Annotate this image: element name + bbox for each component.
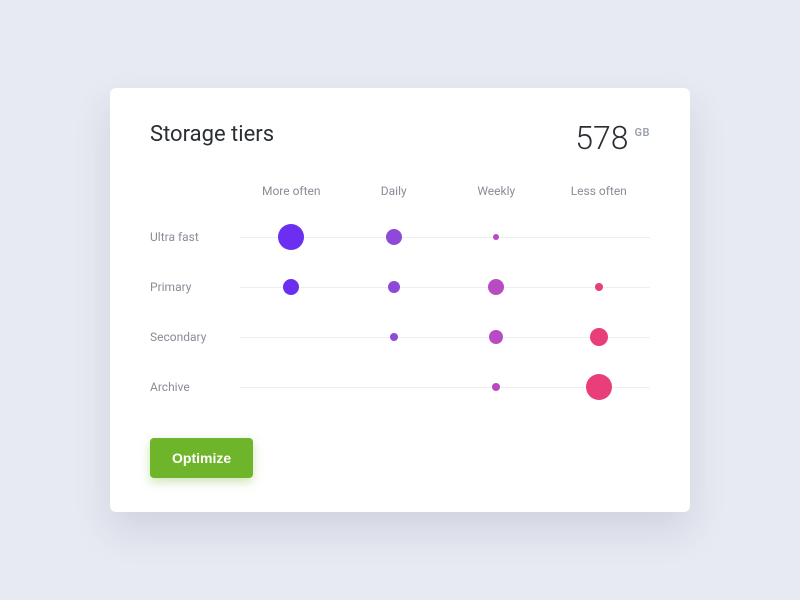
row-label: Primary	[150, 280, 240, 294]
grid-cell	[240, 212, 343, 262]
row-label: Ultra fast	[150, 230, 240, 244]
bubble-icon	[390, 333, 398, 341]
bubble-icon	[388, 281, 400, 293]
bubble-icon	[386, 229, 402, 245]
col-header-more-often: More often	[240, 184, 343, 198]
bubble-icon	[278, 224, 304, 250]
col-header-weekly: Weekly	[445, 184, 548, 198]
grid-row: Primary	[150, 262, 650, 312]
grid-cell	[343, 312, 446, 362]
total-storage: 578 GB	[575, 122, 650, 154]
grid-row: Secondary	[150, 312, 650, 362]
row-label: Secondary	[150, 330, 240, 344]
storage-tiers-card: Storage tiers 578 GB More often Daily We…	[110, 88, 690, 512]
grid-cell	[343, 362, 446, 412]
column-headers: More often Daily Weekly Less often	[150, 184, 650, 198]
grid-row: Archive	[150, 362, 650, 412]
grid-cell	[445, 362, 548, 412]
bubble-grid: More often Daily Weekly Less often Ultra…	[150, 184, 650, 412]
bubble-icon	[493, 234, 499, 240]
bubble-icon	[590, 328, 608, 346]
grid-cell	[548, 312, 651, 362]
grid-cell	[240, 262, 343, 312]
grid-cell	[445, 262, 548, 312]
grid-cell	[548, 212, 651, 262]
grid-cell	[548, 262, 651, 312]
grid-row: Ultra fast	[150, 212, 650, 262]
grid-cell	[343, 212, 446, 262]
bubble-icon	[283, 279, 299, 295]
grid-cell	[548, 362, 651, 412]
total-unit: GB	[635, 126, 650, 139]
total-value: 578	[575, 122, 628, 154]
bubble-icon	[488, 279, 504, 295]
bubble-icon	[492, 383, 500, 391]
row-label: Archive	[150, 380, 240, 394]
card-header: Storage tiers 578 GB	[150, 122, 650, 154]
col-header-daily: Daily	[343, 184, 446, 198]
optimize-button[interactable]: Optimize	[150, 438, 253, 478]
col-header-less-often: Less often	[548, 184, 651, 198]
grid-cell	[343, 262, 446, 312]
bubble-icon	[595, 283, 603, 291]
card-title: Storage tiers	[150, 122, 274, 147]
grid-cell	[445, 212, 548, 262]
bubble-icon	[586, 374, 612, 400]
grid-cell	[240, 362, 343, 412]
grid-cell	[445, 312, 548, 362]
grid-cell	[240, 312, 343, 362]
bubble-icon	[489, 330, 503, 344]
